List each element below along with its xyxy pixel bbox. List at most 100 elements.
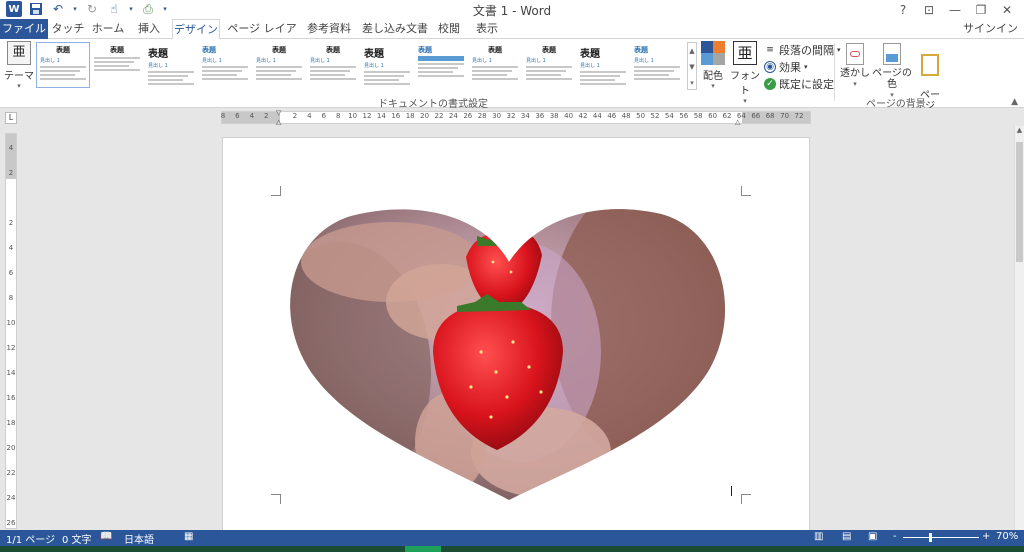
language-indicator[interactable]: 日本語 xyxy=(124,531,154,546)
themes-button[interactable]: 亜 テーマ ▾ xyxy=(4,41,34,91)
status-bar: 1/1 ページ 0 文字 📖 日本語 ▦ ▥ ▤ ▣ - + 70% xyxy=(0,530,1024,546)
style-set-thumbnail[interactable]: 表題 見出し 1 xyxy=(522,42,576,88)
style-set-thumbnail[interactable]: 表題 xyxy=(90,42,144,88)
style-thumb-body-text xyxy=(472,66,518,80)
sign-in-link[interactable]: サインイン xyxy=(963,20,1018,36)
style-set-thumbnail[interactable]: 表題 見出し 1 xyxy=(144,42,198,88)
macro-record-icon[interactable]: ▦ xyxy=(184,531,193,542)
page-count[interactable]: 1/1 ページ xyxy=(6,531,55,546)
page-color-icon xyxy=(883,43,901,65)
undo-icon[interactable]: ↶ xyxy=(50,1,66,17)
ruler-number: 4 xyxy=(307,112,312,120)
vruler-number: 26 xyxy=(6,519,16,527)
style-thumb-body-text xyxy=(310,66,356,80)
tab-page-layout[interactable]: ページ レイアウト xyxy=(224,19,300,54)
themes-icon: 亜 xyxy=(7,41,31,65)
style-thumb-body-text xyxy=(256,66,302,80)
ruler-number: 60 xyxy=(708,112,718,120)
ribbon-group-divider xyxy=(834,43,835,101)
tab-file[interactable]: ファイル xyxy=(0,19,48,39)
colors-label: 配色 xyxy=(703,71,723,82)
help-icon[interactable]: ? xyxy=(890,0,916,19)
style-thumb-body-text xyxy=(202,66,248,80)
heart-shaped-picture[interactable] xyxy=(281,202,733,502)
word-logo-icon[interactable]: W xyxy=(6,1,22,17)
fonts-button[interactable]: 亜 フォント ▾ xyxy=(730,41,760,105)
crop-mark-top-left xyxy=(271,186,281,196)
touch-dropdown-icon[interactable]: ▾ xyxy=(128,1,134,17)
style-set-thumbnail[interactable]: 表題 見出し 1 xyxy=(252,42,306,88)
style-thumb-title: 表題 xyxy=(634,46,648,54)
web-layout-icon[interactable]: ▣ xyxy=(868,531,877,542)
tab-mailings[interactable]: 差し込み文書 xyxy=(362,19,428,39)
style-set-thumbnail[interactable]: 表題 見出し 1 xyxy=(630,42,684,88)
scroll-up-icon[interactable]: ▲ xyxy=(1015,126,1024,134)
document-page[interactable] xyxy=(222,137,810,530)
touch-mode-icon[interactable]: ☝ xyxy=(106,1,122,17)
left-indent-icon[interactable]: △ xyxy=(276,118,281,126)
zoom-in-button[interactable]: + xyxy=(982,531,990,542)
restore-icon[interactable]: ❐ xyxy=(968,0,994,19)
scrollbar-thumb[interactable] xyxy=(1016,142,1023,262)
redo-icon[interactable]: ↻ xyxy=(84,1,100,17)
document-area[interactable] xyxy=(18,126,1014,530)
ruler-number: 16 xyxy=(391,112,401,120)
set-as-default-button[interactable]: ✓ 既定に設定 xyxy=(764,76,834,92)
read-mode-icon[interactable]: ▥ xyxy=(814,531,823,542)
proofing-icon[interactable]: 📖 xyxy=(100,531,112,542)
qat-more-icon[interactable]: ▾ xyxy=(162,1,168,17)
style-thumb-title: 表題 xyxy=(418,46,432,54)
word-count[interactable]: 0 文字 xyxy=(62,531,92,546)
tab-review[interactable]: 校閲 xyxy=(434,19,464,39)
ruler-number: 56 xyxy=(679,112,689,120)
tab-home[interactable]: ホーム xyxy=(90,19,126,39)
style-set-thumbnail[interactable]: 表題 xyxy=(414,42,468,88)
page-color-button[interactable]: ページの色 ▾ xyxy=(870,43,914,101)
zoom-out-button[interactable]: - xyxy=(893,531,897,542)
undo-dropdown-icon[interactable]: ▾ xyxy=(72,1,78,17)
style-thumb-title: 表題 xyxy=(110,46,124,54)
customize-qat-icon[interactable]: ⎙ xyxy=(140,1,156,17)
gallery-down-icon[interactable]: ▼ xyxy=(688,59,696,75)
ruler-number: 4 xyxy=(249,112,255,120)
tab-view[interactable]: 表示 xyxy=(472,19,502,39)
colors-button[interactable]: 配色 ▾ xyxy=(700,41,726,90)
first-line-indent-icon[interactable]: ▽ xyxy=(276,109,281,117)
style-set-thumbnail[interactable]: 表題 見出し 1 xyxy=(576,42,630,88)
horizontal-ruler[interactable]: L 8 6 4 2 2 4 6 8 10 12 14 16 18 20 22 24 26 28 30 32 34 36 38… xyxy=(0,108,1024,126)
zoom-slider-thumb[interactable] xyxy=(929,533,932,542)
style-thumb-heading: 見出し 1 xyxy=(526,58,546,64)
style-set-thumbnail[interactable]: 表題 見出し 1 xyxy=(468,42,522,88)
gallery-more-icon[interactable]: ▾ xyxy=(688,75,696,91)
vertical-ruler[interactable]: 4 2 2 4 6 8 10 12 14 16 18 20 22 24 26 xyxy=(5,133,17,529)
paragraph-spacing-button[interactable]: ≡ 段落の間隔 ▾ xyxy=(764,42,840,58)
vruler-number: 8 xyxy=(8,294,14,302)
effects-button[interactable]: ◉ 効果 ▾ xyxy=(764,59,808,75)
style-set-thumbnail[interactable]: 表題 見出し 1 xyxy=(198,42,252,88)
style-set-thumbnail[interactable]: 表題 見出し 1 xyxy=(36,42,90,88)
watermark-button[interactable]: 透かし ▾ xyxy=(840,43,870,90)
zoom-slider[interactable] xyxy=(903,537,979,538)
vruler-number: 22 xyxy=(6,469,16,477)
tab-insert[interactable]: 挿入 xyxy=(134,19,164,39)
style-set-thumbnail[interactable]: 表題 見出し 1 xyxy=(306,42,360,88)
ruler-number: 18 xyxy=(405,112,415,120)
style-set-thumbnail[interactable]: 表題 見出し 1 xyxy=(360,42,414,88)
tab-touch[interactable]: タッチ xyxy=(50,19,86,39)
style-thumb-body-text xyxy=(634,66,680,80)
right-indent-icon[interactable]: △ xyxy=(735,118,740,126)
tab-references[interactable]: 参考資料 xyxy=(304,19,354,39)
minimize-icon[interactable]: — xyxy=(942,0,968,19)
print-layout-icon[interactable]: ▤ xyxy=(842,531,851,542)
collapse-ribbon-icon[interactable]: ▲ xyxy=(1011,97,1018,107)
themes-label: テーマ xyxy=(4,71,34,82)
save-icon[interactable] xyxy=(28,1,44,17)
close-icon[interactable]: ✕ xyxy=(994,0,1020,19)
vertical-scrollbar[interactable]: ▲ xyxy=(1014,126,1024,530)
tab-selector-icon[interactable]: L xyxy=(5,112,17,124)
zoom-level[interactable]: 70% xyxy=(996,531,1018,542)
style-thumb-heading: 見出し 1 xyxy=(364,63,384,69)
gallery-up-icon[interactable]: ▲ xyxy=(688,43,696,59)
tab-design[interactable]: デザイン xyxy=(172,19,220,40)
ribbon-display-options-icon[interactable]: ⊡ xyxy=(916,0,942,19)
